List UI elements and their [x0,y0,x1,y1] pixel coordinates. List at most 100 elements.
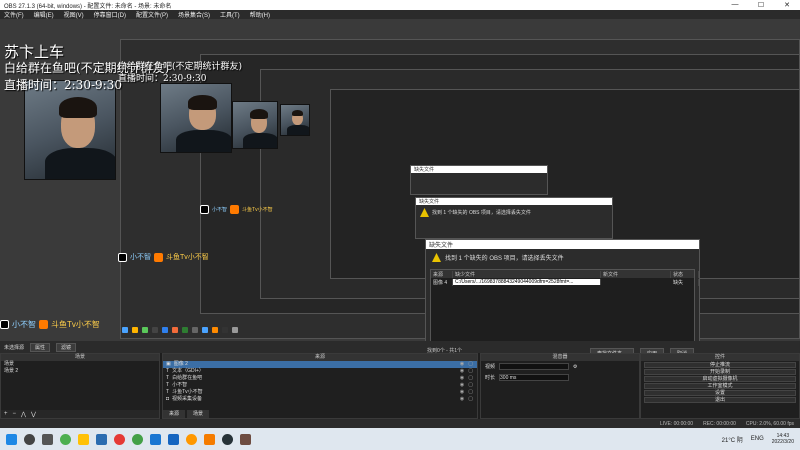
eye-icon[interactable]: ◉ [460,396,464,403]
webcam-feed-echo [160,83,232,153]
duration-input[interactable]: 300 ms [499,374,570,381]
menu-profile[interactable]: 配置文件(P) [136,10,168,19]
menu-docks[interactable]: 停靠窗口(D) [94,10,126,19]
app-icon[interactable] [186,433,197,445]
weather-widget[interactable]: 21°C 阴 [722,435,743,444]
douyu-icon [230,205,240,214]
douyin-name: 小不智 [12,320,36,329]
controls-header: 控件 [641,354,799,361]
missing-files-table: 来源 缺少文件 新文件 状态 图像 4 C:/Users/.../1698378… [430,269,699,341]
table-row[interactable]: 图像 4 C:/Users/.../16983788843249044009df… [431,278,699,286]
menu-scene-collection[interactable]: 场景集合(S) [178,10,210,19]
source-item[interactable]: ◘ 视频采集设备 ◉ ▢ [163,396,477,403]
transition-label: 视频 [485,364,496,370]
app-icon[interactable] [240,433,251,445]
menu-file[interactable]: 文件(F) [4,10,24,19]
studio-mode-button[interactable]: 工作室模式 [644,383,796,389]
lock-icon[interactable]: ▢ [468,368,473,375]
warning-icon [432,253,441,262]
move-up-icon[interactable]: ⋀ [21,411,26,418]
douyu-icon [154,252,163,262]
app-icon[interactable] [78,433,89,445]
douyin-icon [118,252,127,262]
menu-edit[interactable]: 编辑(E) [34,10,54,19]
eye-icon[interactable]: ◉ [460,389,464,396]
scenes-dock: 场景 场景 场景 2 + − ⋀ ⋁ [0,353,160,419]
lock-icon[interactable]: ▢ [468,382,473,389]
stream-time-overlay-echo: 直播时间：2:30-9:30 [118,74,207,84]
douyin-icon [200,205,209,214]
scene-item[interactable]: 场景 [1,361,159,368]
sources-header: 来源 [163,354,477,361]
app-icon[interactable] [114,433,125,445]
clock[interactable]: 14:43 2022/3/20 [772,433,794,445]
virtual-camera-button[interactable]: 启动虚拟摄像机 [644,376,796,382]
stop-streaming-button[interactable]: 停止推流 [644,362,796,368]
wechat-icon[interactable] [132,433,143,445]
maximize-button[interactable]: ☐ [748,1,774,9]
live-status: LIVE: 00:00:00 [660,420,694,427]
source-item[interactable]: T 小不智 ◉ ▢ [163,382,477,389]
app-icon[interactable] [150,433,161,445]
lock-icon[interactable]: ▢ [468,389,473,396]
system-tray: 21°C 阴 ENG 14:43 2022/3/20 [722,433,800,445]
source-item[interactable]: T 文本（GDI+） ◉ ▢ [163,368,477,375]
start-recording-button[interactable]: 开始录制 [644,369,796,375]
scene-item[interactable]: 场景 2 [1,368,159,375]
table-header: 来源 缺少文件 新文件 状态 [431,270,699,278]
cpu-status: CPU: 2.0%, 60.00 fps [745,420,794,427]
browser-icon[interactable] [60,433,71,445]
missing-files-dialog-echo: 缺失文件 [410,165,548,195]
eye-icon[interactable]: ◉ [460,361,464,368]
filters-button[interactable]: 滤镜 [56,342,77,352]
webcam-feed-echo [232,101,278,149]
tab-sources[interactable]: 来源 [163,410,186,418]
app-icon[interactable] [204,433,215,445]
menu-help[interactable]: 帮助(H) [250,10,270,19]
gear-icon[interactable]: ⚙ [573,364,577,370]
controls-dock: 控件 停止推流 开始录制 启动虚拟摄像机 工作室模式 设置 退出 [640,353,800,419]
transition-select[interactable] [499,363,570,370]
lock-icon[interactable]: ▢ [468,361,473,368]
douyin-icon [0,320,9,329]
transition-row: 视频 ⚙ [481,361,639,372]
settings-button[interactable]: 设置 [644,390,796,396]
windows-start-icon[interactable] [6,433,17,445]
menu-tools[interactable]: 工具(T) [220,10,240,19]
row-missing-path[interactable]: C:/Users/.../16983788843249044009dfm=252… [453,279,601,285]
add-icon[interactable]: + [4,411,8,417]
douyin-name: 小不智 [130,254,151,261]
dialog-title: 缺失文件 [426,240,699,249]
source-item[interactable]: ▣ 图像 2 ◉ ▢ [163,361,477,368]
source-item[interactable]: T 斗鱼Tv小不智 ◉ ▢ [163,389,477,396]
minimize-button[interactable]: — [722,1,748,9]
exit-button[interactable]: 退出 [644,397,796,403]
warning-icon [420,208,429,217]
close-button[interactable]: ✕ [774,1,800,9]
preview-canvas[interactable]: 苏卞上车 白给群在鱼吧(不定期统计群友) 直播时间：2:30-9:30 白给群在… [0,19,800,341]
menu-view[interactable]: 视图(V) [64,10,84,19]
missing-files-dialog-echo: 缺失文件 找到 1 个缺失的 OBS 项目，请选择丢失文件 [415,197,613,239]
douyu-name: 斗鱼Tv小不智 [166,254,209,261]
duration-row: 时长 300 ms [481,372,639,383]
lock-icon[interactable]: ▢ [468,396,473,403]
remove-icon[interactable]: − [13,411,17,417]
move-down-icon[interactable]: ⋁ [31,411,36,418]
steam-icon[interactable] [96,433,107,445]
eye-icon[interactable]: ◉ [460,368,464,375]
source-item[interactable]: T 白给群在鱼吧 ◉ ▢ [163,375,477,382]
language-indicator[interactable]: ENG [751,436,764,442]
obs-icon[interactable] [222,433,233,445]
webcam-feed [24,80,116,180]
no-source-label: 未选择源 [4,344,25,351]
properties-button[interactable]: 属性 [30,342,51,352]
dialog-warning-text: 找到 1 个缺失的 OBS 项目，请选择丢失文件 [445,256,564,262]
eye-icon[interactable]: ◉ [460,375,464,382]
tab-scenes[interactable]: 场景 [187,410,210,418]
eye-icon[interactable]: ◉ [460,382,464,389]
task-view-icon[interactable] [42,433,53,445]
search-icon[interactable] [24,433,35,445]
text-icon: T [166,368,170,374]
app-icon[interactable] [168,433,179,445]
lock-icon[interactable]: ▢ [468,375,473,382]
